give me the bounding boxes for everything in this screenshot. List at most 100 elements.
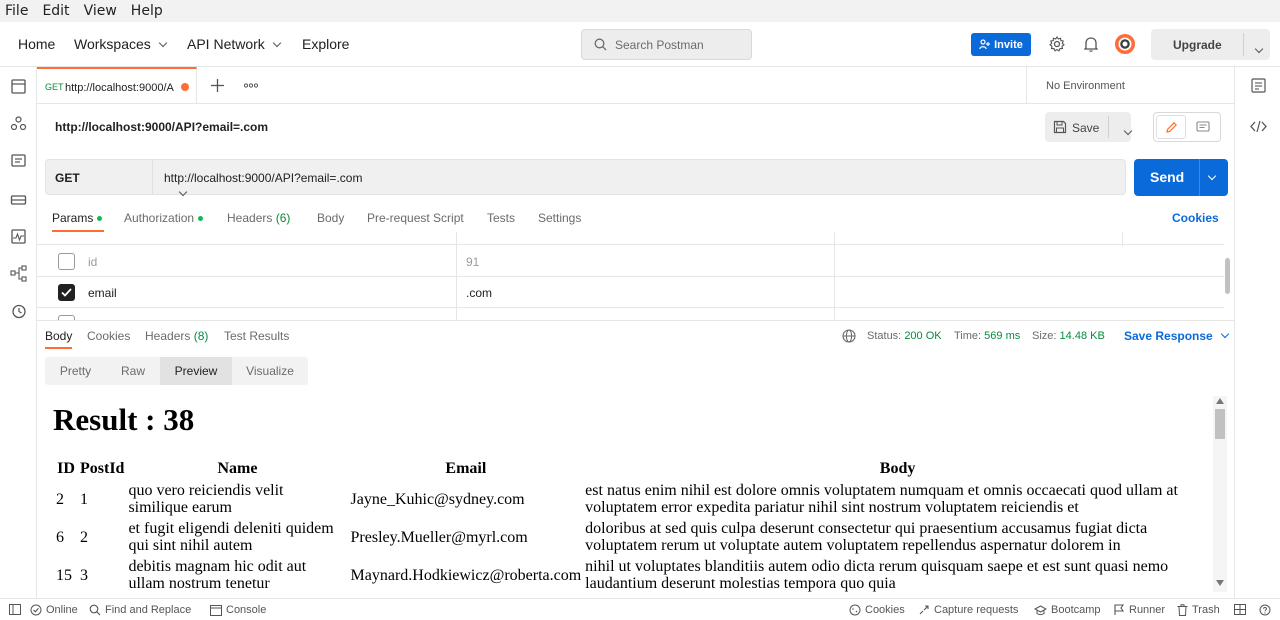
layout-button[interactable] <box>1234 604 1250 615</box>
tab-params[interactable]: Params <box>52 211 103 225</box>
apis-icon[interactable] <box>10 115 27 132</box>
response-view-toggle: Pretty Raw Preview Visualize <box>45 357 308 385</box>
send-button[interactable]: Send <box>1134 159 1228 196</box>
upgrade-button[interactable]: Upgrade <box>1151 29 1270 60</box>
chevron-down-icon[interactable] <box>1207 171 1217 181</box>
tab-prerequest-script[interactable]: Pre-request Script <box>367 211 464 225</box>
cookies-link[interactable]: Cookies <box>1172 211 1219 225</box>
trash-button[interactable]: Trash <box>1177 604 1220 616</box>
nav-explore[interactable]: Explore <box>302 36 349 52</box>
bell-icon[interactable] <box>1084 36 1098 52</box>
bootcamp-button[interactable]: Bootcamp <box>1034 604 1101 616</box>
nav-home[interactable]: Home <box>18 36 55 52</box>
flows-icon[interactable] <box>10 265 27 282</box>
trash-icon <box>1177 604 1188 616</box>
monitors-icon[interactable] <box>10 228 27 245</box>
response-tab-test-results[interactable]: Test Results <box>224 329 289 343</box>
bootcamp-icon <box>1034 604 1047 615</box>
search-icon <box>89 604 101 616</box>
help-button[interactable] <box>1259 604 1275 616</box>
view-visualize[interactable]: Visualize <box>232 357 308 385</box>
capture-requests-button[interactable]: Capture requests <box>918 604 1018 616</box>
toggle-sidebar-button[interactable] <box>9 604 25 615</box>
params-table: id 91 email .com <box>37 232 1234 320</box>
view-raw[interactable]: Raw <box>106 357 160 385</box>
environment-quick-look-icon[interactable] <box>1251 78 1266 93</box>
scrollbar-thumb[interactable] <box>1215 409 1225 439</box>
size-indicator[interactable]: Size: 14.48 KB <box>1032 330 1105 342</box>
view-preview[interactable]: Preview <box>160 357 232 385</box>
url-input[interactable]: http://localhost:9000/API?email=.com <box>164 171 362 185</box>
comment-icon[interactable] <box>1196 121 1210 133</box>
collections-icon[interactable] <box>10 78 27 95</box>
code-icon[interactable] <box>1250 120 1267 133</box>
mock-servers-icon[interactable] <box>10 191 27 208</box>
menu-help[interactable]: Help <box>131 3 163 19</box>
param-key[interactable]: email <box>88 286 117 300</box>
request-tabs-bar: GET http://localhost:9000/A No Environme… <box>37 67 1234 104</box>
tab-request[interactable]: GET http://localhost:9000/A <box>37 67 197 104</box>
search-placeholder: Search Postman <box>615 37 704 52</box>
cookies-button[interactable]: Cookies <box>849 604 905 616</box>
edit-toggle-group <box>1153 112 1221 142</box>
edit-button[interactable] <box>1156 115 1186 139</box>
search-input[interactable]: Search Postman <box>581 29 752 60</box>
menu-edit[interactable]: Edit <box>42 3 69 19</box>
row-checkbox[interactable] <box>58 253 75 270</box>
runner-button[interactable]: Runner <box>1113 604 1165 616</box>
tab-body[interactable]: Body <box>317 211 344 225</box>
environment-select[interactable]: No Environment <box>1026 67 1234 104</box>
console-button[interactable]: Console <box>210 604 266 616</box>
tab-headers-count: (6) <box>275 211 291 225</box>
runner-label: Runner <box>1129 604 1166 616</box>
top-nav: Home Workspaces API Network Explore Sear… <box>0 22 1280 67</box>
tab-headers[interactable]: Headers (6) <box>227 211 290 225</box>
tab-tests[interactable]: Tests <box>487 211 515 225</box>
cell-email: Presley.Mueller@myrl.com <box>350 528 528 546</box>
bootcamp-label: Bootcamp <box>1051 604 1101 616</box>
history-icon[interactable] <box>10 303 27 320</box>
preview-scrollbar[interactable] <box>1213 396 1227 592</box>
avatar[interactable] <box>1114 33 1136 55</box>
request-title[interactable]: http://localhost:9000/API?email=.com <box>55 120 268 134</box>
param-value[interactable]: .com <box>466 286 492 300</box>
response-tab-headers[interactable]: Headers (8) <box>145 329 208 343</box>
chevron-down-icon[interactable] <box>1254 44 1264 54</box>
menu-view[interactable]: View <box>84 3 117 19</box>
nav-api-network[interactable]: API Network <box>187 36 282 52</box>
save-button[interactable]: Save <box>1045 112 1133 142</box>
invite-button[interactable]: Invite <box>971 33 1031 56</box>
plus-icon[interactable] <box>211 79 224 92</box>
help-icon <box>1259 604 1271 616</box>
find-replace-button[interactable]: Find and Replace <box>89 604 191 616</box>
col-body: Body <box>879 460 916 477</box>
chevron-down-icon <box>272 38 282 48</box>
param-value[interactable]: 91 <box>466 255 479 269</box>
scrollbar-thumb[interactable] <box>1225 258 1230 294</box>
save-response-button[interactable]: Save Response <box>1124 329 1229 343</box>
scroll-up-icon[interactable] <box>1216 398 1224 404</box>
environments-icon[interactable] <box>10 153 27 170</box>
online-status[interactable]: Online <box>30 604 78 616</box>
chevron-down-icon[interactable] <box>1123 126 1133 136</box>
view-pretty[interactable]: Pretty <box>45 357 106 385</box>
cell-name: debitis magnam hic odit aut ullam nostru… <box>128 558 307 592</box>
sidebar-toggle-icon <box>9 604 21 615</box>
response-tab-cookies[interactable]: Cookies <box>87 329 130 343</box>
more-icon[interactable] <box>244 83 258 88</box>
time-indicator[interactable]: Time: 569 ms <box>954 330 1020 342</box>
globe-icon[interactable] <box>842 329 856 343</box>
nav-workspaces[interactable]: Workspaces <box>74 36 168 52</box>
table-header-row <box>37 232 1224 245</box>
tab-authorization[interactable]: Authorization <box>124 211 204 225</box>
method-select[interactable]: GET <box>46 160 188 197</box>
status-indicator[interactable]: Status: 200 OK <box>867 330 942 342</box>
response-tab-body[interactable]: Body <box>45 329 72 343</box>
gear-icon[interactable] <box>1049 36 1065 52</box>
row-checkbox[interactable] <box>58 284 75 301</box>
tab-settings[interactable]: Settings <box>538 211 581 225</box>
menu-file[interactable]: File <box>5 3 28 19</box>
param-key[interactable]: id <box>88 255 97 269</box>
pencil-icon <box>1166 122 1177 133</box>
scroll-down-icon[interactable] <box>1216 580 1224 586</box>
